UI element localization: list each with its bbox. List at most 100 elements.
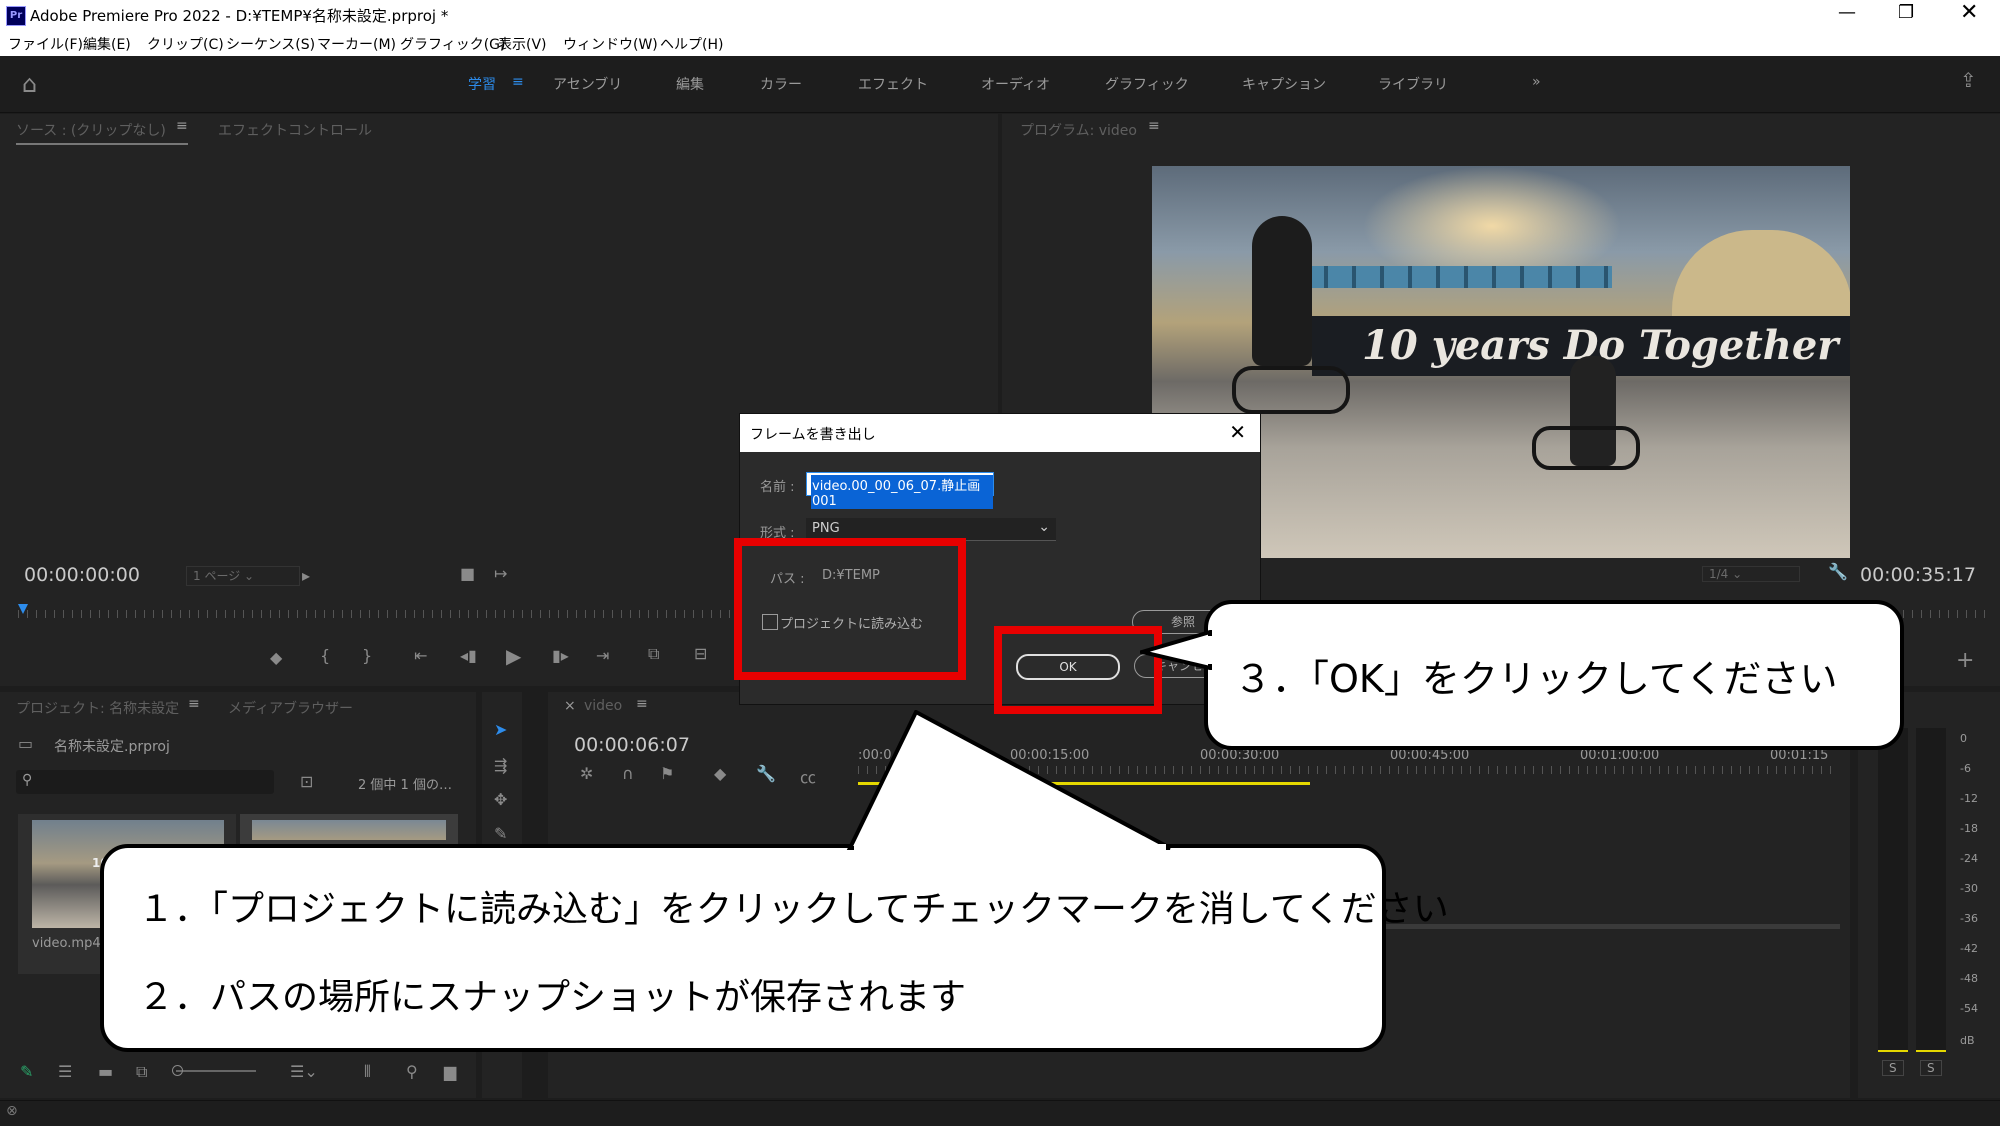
timeline-timecode[interactable]: 00:00:06:07 xyxy=(574,734,690,756)
zoom-slider[interactable] xyxy=(172,1065,256,1076)
close-sequence-icon[interactable]: × xyxy=(564,698,576,714)
selection-tool-icon[interactable]: ➤ xyxy=(494,720,507,739)
go-to-out-icon[interactable]: ⇥ xyxy=(596,646,609,665)
overwrite-icon[interactable]: ⊟ xyxy=(694,644,707,663)
solo-right-button[interactable]: S xyxy=(1920,1060,1942,1076)
new-bin-icon[interactable]: ⊡ xyxy=(300,772,313,791)
menu-file[interactable]: ファイル(F) xyxy=(8,34,83,54)
play-icon[interactable]: ▶ xyxy=(506,644,521,668)
menu-view[interactable]: 表示(V) xyxy=(498,34,547,54)
name-input-value: video.00_00_06_07.静止画001 xyxy=(811,475,993,509)
settings-square-icon[interactable]: ■ xyxy=(460,564,475,583)
program-timecode[interactable]: 00:00:35:17 xyxy=(1860,564,1976,586)
freeform-view-icon[interactable]: ⧉ xyxy=(136,1062,147,1082)
timeline-settings-icon[interactable]: 🔧 xyxy=(756,764,776,783)
program-zoom-select[interactable]: 1/4 ⌄ xyxy=(1702,566,1800,582)
workspace-editing[interactable]: 編集 xyxy=(676,74,704,94)
menu-sequence[interactable]: シーケンス(S) xyxy=(226,34,315,54)
project-search-input[interactable]: ⚲ xyxy=(16,770,274,794)
share-icon[interactable]: ⇪ xyxy=(1960,68,1977,92)
workspace-captions[interactable]: キャプション xyxy=(1242,74,1326,94)
workspace-assembly[interactable]: アセンブリ xyxy=(553,74,622,94)
callout-steps-pointer xyxy=(846,710,1171,850)
tab-effect-controls[interactable]: エフェクトコントロール xyxy=(218,120,372,140)
sort-icon[interactable]: ☰⌄ xyxy=(290,1062,318,1081)
workspace-libraries[interactable]: ライブラリ xyxy=(1378,74,1448,94)
add-button-icon[interactable]: + xyxy=(1956,648,1974,673)
new-folder-icon[interactable]: ▆ xyxy=(444,1062,456,1081)
list-view-icon[interactable]: ☰ xyxy=(58,1062,72,1081)
menu-edit[interactable]: 編集(E) xyxy=(83,34,131,54)
dialog-title: フレームを書き出し xyxy=(750,427,876,443)
workspace-effects[interactable]: エフェクト xyxy=(858,74,928,94)
workspace-color[interactable]: カラー xyxy=(760,74,802,94)
tab-media-browser[interactable]: メディアブラウザー xyxy=(228,698,353,718)
ripple-edit-icon[interactable]: ✥ xyxy=(494,790,507,809)
menu-graphics[interactable]: グラフィック(G) xyxy=(400,34,506,54)
marker-icon[interactable]: ◆ xyxy=(270,648,282,667)
project-panel-menu-icon[interactable]: ≡ xyxy=(188,696,200,712)
source-page-select[interactable]: 1 ページ ⌄ xyxy=(186,566,300,586)
format-value: PNG xyxy=(812,521,840,536)
meter-bar-right xyxy=(1916,728,1946,1052)
workspace-menu-icon[interactable]: ≡ xyxy=(512,74,524,90)
automate-icon[interactable]: ⫴ xyxy=(364,1062,371,1082)
title-bar: Pr Adobe Premiere Pro 2022 - D:¥TEMP¥名称未… xyxy=(0,0,2000,30)
add-marker-icon[interactable]: ◆ xyxy=(714,764,726,783)
menu-window[interactable]: ウィンドウ(W) xyxy=(563,34,658,54)
step-back-icon[interactable]: ◂▮ xyxy=(460,646,477,665)
solo-left-button[interactable]: S xyxy=(1882,1060,1904,1076)
mark-out-icon[interactable]: } xyxy=(362,646,372,665)
callout-step3-pointer xyxy=(1140,630,1212,670)
highlight-ok-button xyxy=(994,626,1162,714)
tab-project[interactable]: プロジェクト: 名称未設定 xyxy=(16,698,179,718)
source-timecode[interactable]: 00:00:00:00 xyxy=(24,564,140,586)
workspace-learning[interactable]: 学習 xyxy=(468,74,496,94)
timeline-menu-icon[interactable]: ≡ xyxy=(636,696,648,712)
wrench-icon[interactable]: ↦ xyxy=(494,564,507,583)
play-small-icon[interactable]: ▸ xyxy=(302,566,310,585)
workspace-graphics[interactable]: グラフィック xyxy=(1105,74,1189,94)
track-select-icon[interactable]: ⇶ xyxy=(494,756,507,775)
mark-in-icon[interactable]: { xyxy=(320,646,330,665)
tab-program[interactable]: プログラム: video xyxy=(1020,120,1137,140)
razor-tool-icon[interactable]: ✎ xyxy=(494,824,507,843)
dialog-close-icon[interactable]: ✕ xyxy=(1229,420,1246,444)
magnet-icon[interactable]: ∩ xyxy=(622,764,634,783)
meter-bar-left xyxy=(1878,728,1908,1052)
program-settings-icon[interactable]: 🔧 xyxy=(1828,562,1848,581)
callout-step2-text: ２．パスの場所にスナップショットが保存されます xyxy=(138,977,967,1018)
menu-marker[interactable]: マーカー(M) xyxy=(317,34,396,54)
callout-step3-text: ３．「OK」をクリックしてください xyxy=(1234,657,1838,701)
restore-icon[interactable]: ❐ xyxy=(1898,2,1914,23)
icon-view-icon[interactable]: ▬ xyxy=(98,1062,113,1081)
search-icon: ⚲ xyxy=(22,772,33,788)
ruler-label-60: 00:01:00:00 xyxy=(1580,748,1660,763)
home-icon[interactable]: ⌂ xyxy=(22,70,37,98)
pencil-icon[interactable]: ✎ xyxy=(20,1062,33,1081)
tab-source[interactable]: ソース : (クリップなし) xyxy=(16,120,166,140)
step-forward-icon[interactable]: ▮▸ xyxy=(552,646,569,665)
menu-clip[interactable]: クリップ(C) xyxy=(147,34,224,54)
captions-icon[interactable]: ㏄ xyxy=(800,764,816,788)
program-panel-menu-icon[interactable]: ≡ xyxy=(1148,118,1160,134)
meter-label-30: -30 xyxy=(1960,882,1978,895)
meter-label-6: -6 xyxy=(1960,762,1971,775)
linked-select-icon[interactable]: ⚑ xyxy=(660,764,674,783)
workspace-audio[interactable]: オーディオ xyxy=(981,74,1050,94)
meter-label-48: -48 xyxy=(1960,972,1978,985)
insert-icon[interactable]: ⧉ xyxy=(648,644,659,664)
source-panel-menu-icon[interactable]: ≡ xyxy=(176,118,188,134)
menu-help[interactable]: ヘルプ(H) xyxy=(660,34,723,54)
find-icon[interactable]: ⚲ xyxy=(406,1062,418,1081)
name-input[interactable]: video.00_00_06_07.静止画001 xyxy=(806,472,994,509)
train xyxy=(1272,266,1612,288)
snap-icon[interactable]: ✲ xyxy=(580,764,593,783)
minimize-icon[interactable]: — xyxy=(1838,2,1856,23)
more-workspaces-icon[interactable]: » xyxy=(1532,74,1541,90)
tab-timeline[interactable]: video xyxy=(584,698,622,714)
close-icon[interactable]: ✕ xyxy=(1960,0,1978,25)
meter-label-24: -24 xyxy=(1960,852,1978,865)
chevron-down-icon: ⌄ xyxy=(1038,519,1050,535)
go-to-in-icon[interactable]: ⇤ xyxy=(414,646,427,665)
